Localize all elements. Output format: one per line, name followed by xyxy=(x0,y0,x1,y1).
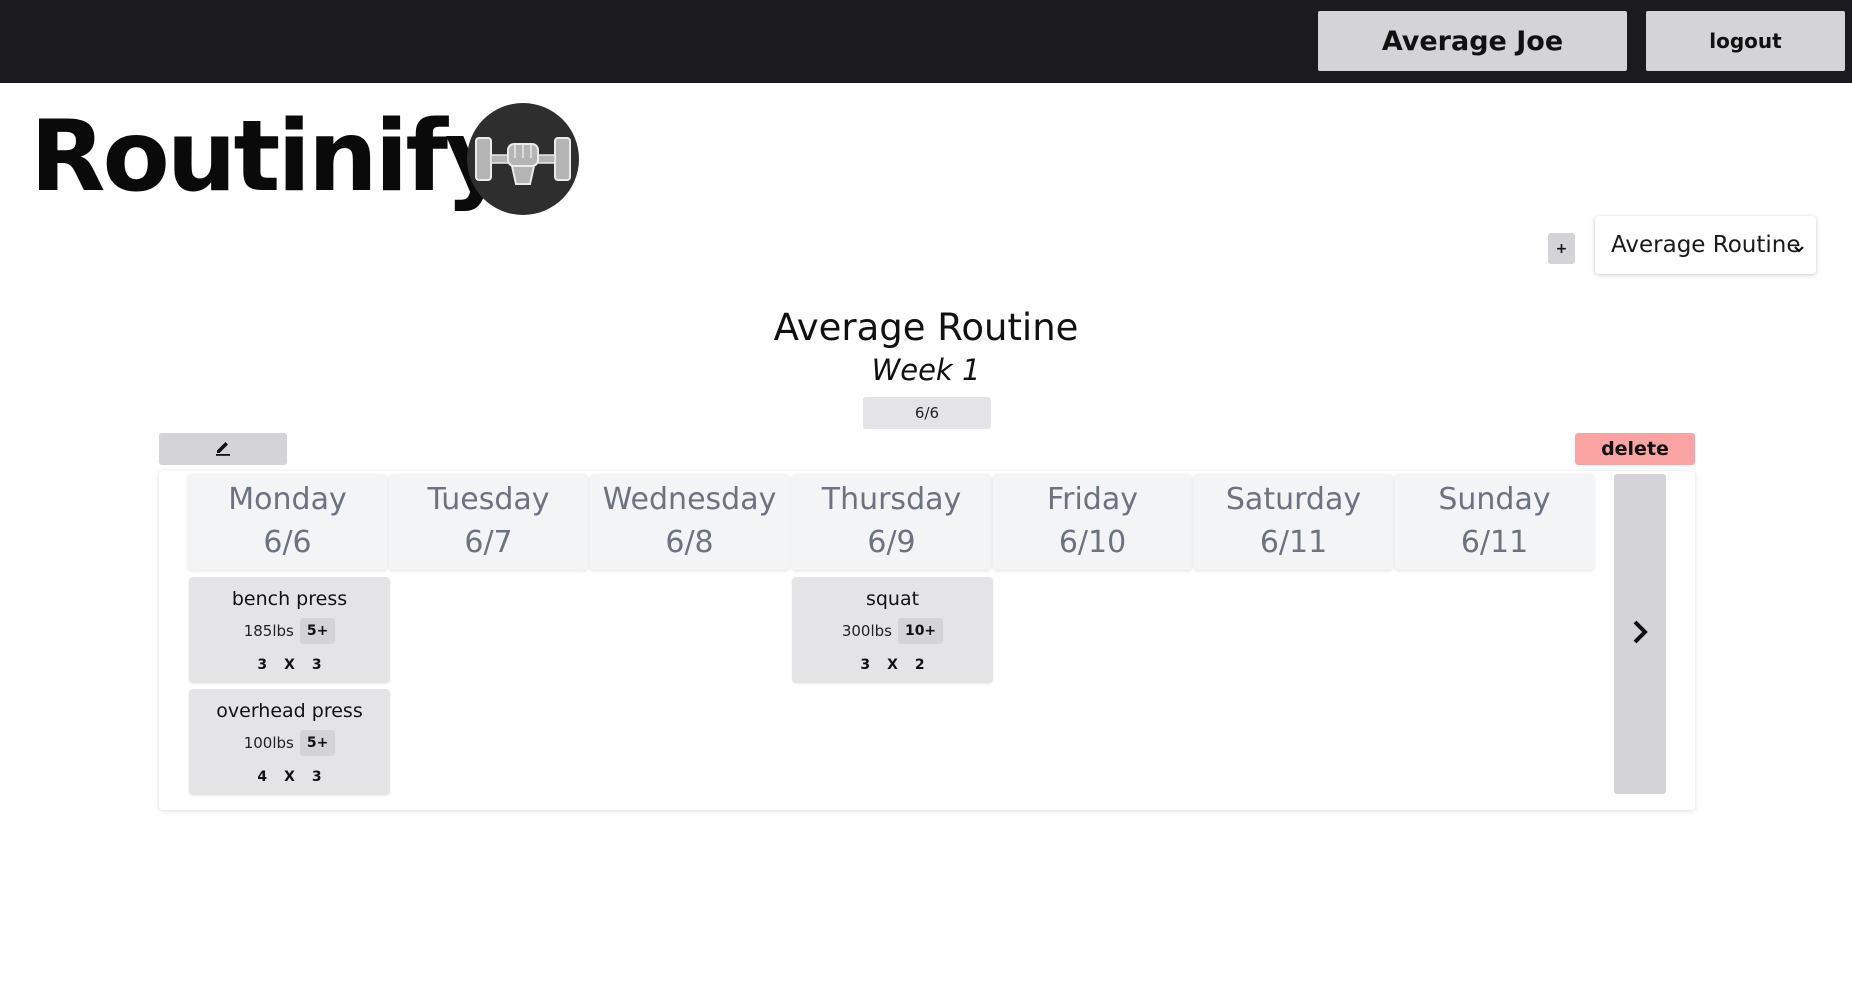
sets-reps: 4 X 3 xyxy=(189,769,390,785)
exercise-weight: 100lbs xyxy=(243,734,294,752)
sets-count: 3 xyxy=(257,657,268,673)
current-date-button[interactable]: 6/6 xyxy=(863,397,991,429)
day-header[interactable]: Wednesday 6/8 xyxy=(590,474,789,570)
routine-select[interactable]: Average Routine xyxy=(1595,216,1816,274)
exercise-name: squat xyxy=(865,588,920,610)
exercise-details: 185lbs 5+ xyxy=(189,618,390,644)
dumbbell-fist-icon xyxy=(467,103,579,215)
amrap-badge[interactable]: 5+ xyxy=(299,730,336,756)
day-date: 6/11 xyxy=(1460,525,1529,560)
day-column-thursday: Thursday 6/9 xyxy=(792,474,993,570)
week-label: Week 1 xyxy=(871,353,981,387)
day-header[interactable]: Thursday 6/9 xyxy=(792,474,991,570)
day-header[interactable]: Monday 6/6 xyxy=(188,474,387,570)
sets-count: 3 xyxy=(860,657,871,673)
top-navbar: Average Joe logout xyxy=(0,0,1852,83)
day-name: Tuesday xyxy=(427,482,550,517)
reps-count: 2 xyxy=(914,657,925,673)
pencil-icon xyxy=(214,438,232,460)
day-date: 6/6 xyxy=(263,525,312,560)
sets-count: 4 xyxy=(257,769,268,785)
day-name: Friday xyxy=(1047,482,1138,517)
exercise-name: overhead press xyxy=(216,700,363,722)
add-routine-button[interactable]: + xyxy=(1548,233,1575,264)
day-header[interactable]: Tuesday 6/7 xyxy=(389,474,588,570)
exercise-card[interactable]: bench press 185lbs 5+ 3 X 3 xyxy=(189,577,390,683)
exercise-card[interactable]: squat 300lbs 10+ 3 X 2 xyxy=(792,577,993,683)
day-column-tuesday: Tuesday 6/7 xyxy=(389,474,590,570)
day-date: 6/11 xyxy=(1259,525,1328,560)
routine-title: Average Routine xyxy=(773,306,1079,349)
day-name: Monday xyxy=(228,482,347,517)
amrap-badge[interactable]: 5+ xyxy=(299,618,336,644)
day-column-friday: Friday 6/10 xyxy=(993,474,1194,570)
reps-count: 3 xyxy=(311,657,322,673)
exercise-name: bench press xyxy=(231,588,348,610)
exercise-details: 100lbs 5+ xyxy=(189,730,390,756)
week-calendar: Monday 6/6 Tuesday 6/7 Wednesday 6/8 Thu… xyxy=(159,471,1695,810)
day-column-wednesday: Wednesday 6/8 xyxy=(590,474,791,570)
day-column-monday: Monday 6/6 xyxy=(188,474,389,570)
exercise-details: 300lbs 10+ xyxy=(792,618,993,644)
day-date: 6/10 xyxy=(1058,525,1127,560)
sets-reps: 3 X 2 xyxy=(792,657,993,673)
logout-button[interactable]: logout xyxy=(1646,11,1845,71)
day-date: 6/8 xyxy=(665,525,714,560)
delete-routine-button[interactable]: delete xyxy=(1575,433,1695,465)
day-date: 6/9 xyxy=(867,525,916,560)
day-name: Thursday xyxy=(821,482,962,517)
user-profile-button[interactable]: Average Joe xyxy=(1318,11,1627,71)
exercise-weight: 300lbs xyxy=(841,622,892,640)
reps-count: 3 xyxy=(311,769,322,785)
chevron-down-icon xyxy=(1792,235,1806,261)
sets-reps: 3 X 3 xyxy=(189,657,390,673)
chevron-right-icon xyxy=(1630,619,1650,649)
amrap-badge[interactable]: 10+ xyxy=(897,618,944,644)
day-column-sunday: Sunday 6/11 xyxy=(1395,474,1596,570)
exercise-card[interactable]: overhead press 100lbs 5+ 4 X 3 xyxy=(189,689,390,795)
day-name: Wednesday xyxy=(602,482,777,517)
app-title: Routinify xyxy=(30,100,509,214)
times-symbol: X xyxy=(887,657,898,673)
exercise-weight: 185lbs xyxy=(243,622,294,640)
next-week-button[interactable] xyxy=(1614,474,1666,794)
day-header[interactable]: Friday 6/10 xyxy=(993,474,1192,570)
day-header[interactable]: Saturday 6/11 xyxy=(1194,474,1393,570)
times-symbol: X xyxy=(284,769,295,785)
edit-routine-button[interactable] xyxy=(159,433,287,465)
day-name: Saturday xyxy=(1225,482,1362,517)
day-column-saturday: Saturday 6/11 xyxy=(1194,474,1395,570)
routine-select-value: Average Routine xyxy=(1611,232,1801,258)
times-symbol: X xyxy=(284,657,295,673)
day-header[interactable]: Sunday 6/11 xyxy=(1395,474,1594,570)
day-name: Sunday xyxy=(1438,482,1551,517)
day-date: 6/7 xyxy=(464,525,513,560)
